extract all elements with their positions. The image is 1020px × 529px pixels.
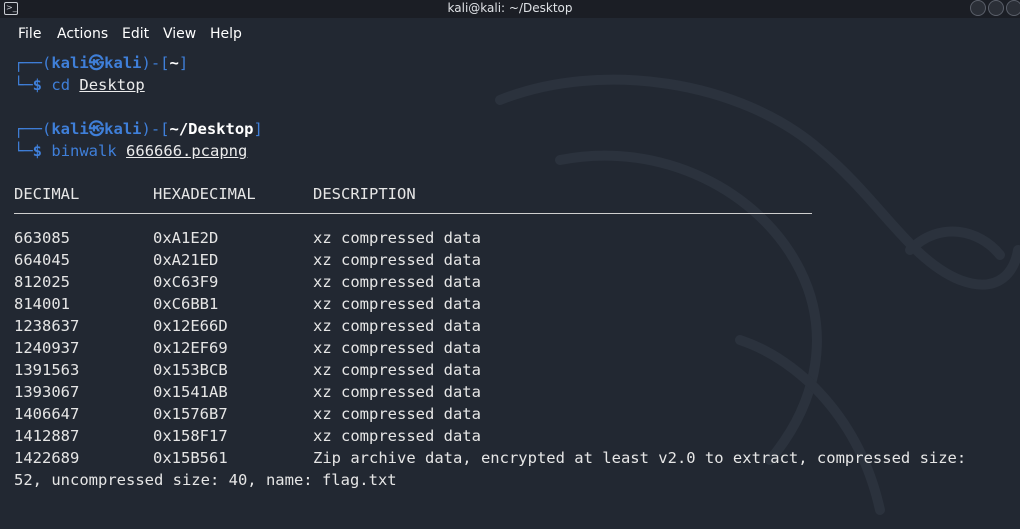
output-header: DECIMAL HEXADECIMAL DESCRIPTION xyxy=(14,183,1014,205)
row-hexadecimal: 0xC63F9 xyxy=(153,273,219,291)
header-decimal: DECIMAL xyxy=(14,185,80,203)
row-description: xz compressed data xyxy=(313,229,481,247)
row-decimal: 1406647 xyxy=(14,405,80,423)
menu-help[interactable]: Help xyxy=(210,26,242,42)
menu-actions[interactable]: Actions xyxy=(57,26,108,42)
output-wrap-line: 52, uncompressed size: 40, name: flag.tx… xyxy=(14,471,397,489)
output-row: 1412887 0x158F17 xz compressed data xyxy=(14,425,1020,447)
terminal-body[interactable]: ┌──(kali㉿kali)-[~] └─$ cd Desktop ┌──(ka… xyxy=(0,50,1020,529)
row-decimal: 1393067 xyxy=(14,383,80,401)
row-hexadecimal: 0xA21ED xyxy=(153,251,219,269)
row-decimal: 1240937 xyxy=(14,339,80,357)
row-hexadecimal: 0x1576B7 xyxy=(153,405,228,423)
row-decimal: 1238637 xyxy=(14,317,80,335)
row-decimal: 1391563 xyxy=(14,361,80,379)
header-hexadecimal: HEXADECIMAL xyxy=(153,185,256,203)
menu-bar: File Actions Edit View Help xyxy=(0,18,1020,45)
row-description: xz compressed data xyxy=(313,295,481,313)
row-hexadecimal: 0x153BCB xyxy=(153,361,228,379)
output-row: 1240937 0x12EF69 xz compressed data xyxy=(14,337,1020,359)
row-hexadecimal: 0x12EF69 xyxy=(153,339,228,357)
output-row: 1391563 0x153BCB xz compressed data xyxy=(14,359,1020,381)
row-decimal: 812025 xyxy=(14,273,70,291)
row-hexadecimal: 0xC6BB1 xyxy=(153,295,219,313)
row-decimal: 814001 xyxy=(14,295,70,313)
row-decimal: 663085 xyxy=(14,229,70,247)
row-decimal: 664045 xyxy=(14,251,70,269)
row-description: xz compressed data xyxy=(313,251,481,269)
command-argument: Desktop xyxy=(79,76,145,94)
output-row: 814001 0xC6BB1 xz compressed data xyxy=(14,293,1020,315)
menu-view[interactable]: View xyxy=(163,26,196,42)
row-hexadecimal: 0x158F17 xyxy=(153,427,228,445)
prompt-line: ┌──(kali㉿kali)-[~] xyxy=(14,54,189,72)
menu-file[interactable]: File xyxy=(18,26,41,42)
output-row: 812025 0xC63F9 xz compressed data xyxy=(14,271,1020,293)
row-description: xz compressed data xyxy=(313,361,481,379)
row-description: xz compressed data xyxy=(313,427,481,445)
row-description: xz compressed data xyxy=(313,405,481,423)
command-name: cd xyxy=(51,76,71,94)
row-decimal: 1422689 xyxy=(14,449,80,467)
row-hexadecimal: 0xA1E2D xyxy=(153,229,219,247)
command-line: └─$ binwalk 666666.pcapng xyxy=(14,142,248,160)
window-title: kali@kali: ~/Desktop xyxy=(447,1,573,15)
row-hexadecimal: 0x15B561 xyxy=(153,449,228,467)
row-hexadecimal: 0x1541AB xyxy=(153,383,228,401)
minimize-button[interactable] xyxy=(970,0,986,16)
row-decimal: 1412887 xyxy=(14,427,80,445)
output-row: 1406647 0x1576B7 xz compressed data xyxy=(14,403,1020,425)
output-row: 1238637 0x12E66D xz compressed data xyxy=(14,315,1020,337)
command-argument: 666666.pcapng xyxy=(126,142,248,160)
header-divider xyxy=(14,213,812,214)
command-line: └─$ cd Desktop xyxy=(14,76,145,94)
window-titlebar: >_ kali@kali: ~/Desktop xyxy=(0,0,1020,18)
row-description: Zip archive data, encrypted at least v2.… xyxy=(313,449,967,467)
row-hexadecimal: 0x12E66D xyxy=(153,317,228,335)
command-name: binwalk xyxy=(51,142,117,160)
output-row: 1422689 0x15B561 Zip archive data, encrypt… xyxy=(14,447,1020,469)
row-description: xz compressed data xyxy=(313,273,481,291)
close-button[interactable] xyxy=(1006,0,1020,16)
prompt-line: ┌──(kali㉿kali)-[~/Desktop] xyxy=(14,120,263,138)
maximize-button[interactable] xyxy=(988,0,1004,16)
menu-edit[interactable]: Edit xyxy=(122,26,149,42)
header-description: DESCRIPTION xyxy=(313,185,416,203)
output-row: 664045 0xA21ED xz compressed data xyxy=(14,249,1020,271)
output-row: 1393067 0x1541AB xz compressed data xyxy=(14,381,1020,403)
row-description: xz compressed data xyxy=(313,339,481,357)
row-description: xz compressed data xyxy=(313,383,481,401)
output-row: 663085 0xA1E2D xz compressed data xyxy=(14,227,1020,249)
row-description: xz compressed data xyxy=(313,317,481,335)
